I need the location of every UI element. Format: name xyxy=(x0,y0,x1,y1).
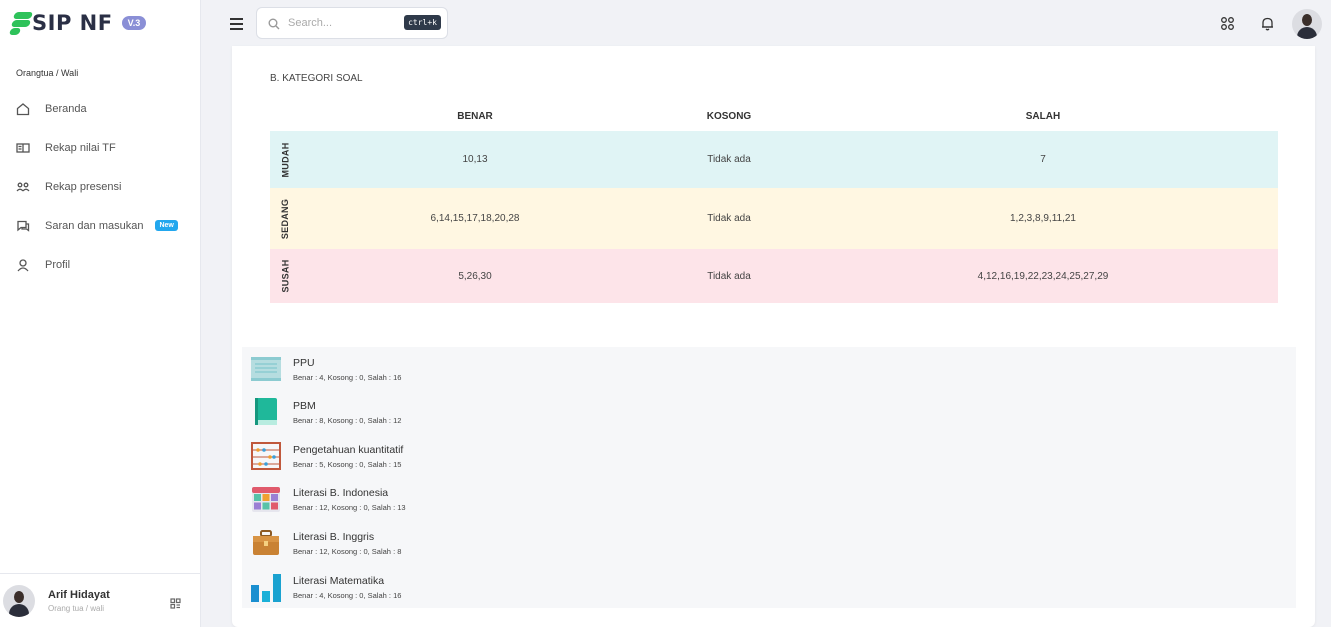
search-box[interactable]: ctrl+k xyxy=(256,7,448,39)
sidebar-item-label: Saran dan masukan xyxy=(45,219,144,232)
subject-name: Pengetahuan kuantitatif xyxy=(293,443,404,456)
cell-kosong: Tidak ada xyxy=(707,270,751,282)
home-icon xyxy=(16,102,30,116)
sidebar-item-label: Rekap presensi xyxy=(45,180,122,193)
main-card: B. KATEGORI SOAL BENAR KOSONG SALAH MUDA… xyxy=(232,46,1315,627)
list-item: Literasi Matematika Benar : 4, Kosong : … xyxy=(250,567,401,607)
avatar xyxy=(3,584,35,617)
sidebar-nav: Beranda Rekap nilai TF Rekap presensi Sa… xyxy=(0,89,200,284)
apps-grid-icon[interactable] xyxy=(1220,16,1235,31)
subject-name: PBM xyxy=(293,399,316,412)
sidebar-item-profil[interactable]: Profil xyxy=(0,245,200,284)
sidebar: SIP NF V.3 Orangtua / Wali Beranda Rekap… xyxy=(0,0,201,627)
sidebar-item-label: Rekap nilai TF xyxy=(45,141,116,154)
sidebar-item-beranda[interactable]: Beranda xyxy=(0,89,200,128)
book-icon xyxy=(250,396,282,428)
subject-detail: Benar : 4, Kosong : 0, Salah : 16 xyxy=(293,372,402,382)
subject-name: Literasi Matematika xyxy=(293,574,385,587)
subject-detail: Benar : 8, Kosong : 0, Salah : 12 xyxy=(293,415,402,425)
sidebar-item-saran[interactable]: Saran dan masukan New xyxy=(0,206,200,245)
user-icon xyxy=(16,258,30,272)
sidebar-section-label: Orangtua / Wali xyxy=(16,68,79,78)
app-name: SIP NF xyxy=(32,11,113,35)
logo-mark-icon xyxy=(8,10,34,36)
search-input[interactable] xyxy=(288,17,398,29)
cell-kosong: Tidak ada xyxy=(707,213,751,224)
sidebar-item-rekap-nilai[interactable]: Rekap nilai TF xyxy=(0,128,200,167)
cell-salah: 7 xyxy=(1040,154,1046,165)
user-role: Orang tua / wali xyxy=(48,603,105,613)
category-table: BENAR KOSONG SALAH MUDAH 10,13 Tidak ada… xyxy=(270,102,1278,303)
abacus-icon xyxy=(250,440,282,472)
users-icon xyxy=(16,180,30,194)
subject-detail: Benar : 12, Kosong : 0, Salah : 8 xyxy=(293,546,402,556)
column-header-kosong: KOSONG xyxy=(706,111,752,122)
search-icon xyxy=(268,17,280,30)
level-label: MUDAH xyxy=(280,142,290,177)
new-badge: New xyxy=(155,220,178,231)
switch-account-icon[interactable] xyxy=(170,596,181,609)
user-info: Arif Hidayat Orang tua / wali xyxy=(48,589,110,613)
cell-benar: 10,13 xyxy=(462,154,488,165)
sidebar-item-rekap-presensi[interactable]: Rekap presensi xyxy=(0,167,200,206)
notification-bell-icon[interactable] xyxy=(1260,16,1275,31)
cell-benar: 5,26,30 xyxy=(458,270,492,282)
table-row-susah: SUSAH 5,26,30 Tidak ada 4,12,16,19,22,23… xyxy=(270,249,1278,303)
subject-detail: Benar : 4, Kosong : 0, Salah : 16 xyxy=(293,590,402,600)
suitcase-icon xyxy=(250,527,282,559)
top-header: ctrl+k xyxy=(202,0,1331,52)
category-table-header: BENAR KOSONG SALAH xyxy=(270,102,1278,131)
cell-salah: 1,2,3,8,9,11,21 xyxy=(1010,213,1076,224)
header-avatar[interactable] xyxy=(1292,9,1322,39)
column-header-benar: BENAR xyxy=(457,111,493,122)
table-row-sedang: SEDANG 6,14,15,17,18,20,28 Tidak ada 1,2… xyxy=(270,188,1278,249)
subject-summary-list: PPU Benar : 4, Kosong : 0, Salah : 16 PB… xyxy=(242,347,1296,608)
subject-name: Literasi B. Indonesia xyxy=(293,486,389,499)
user-name: Arif Hidayat xyxy=(48,588,110,601)
cell-kosong: Tidak ada xyxy=(707,154,751,165)
bar-chart-icon xyxy=(250,571,282,603)
version-badge: V.3 xyxy=(121,16,147,30)
search-shortcut: ctrl+k xyxy=(404,15,441,30)
menu-toggle-icon[interactable] xyxy=(230,18,244,30)
chat-icon xyxy=(16,219,30,233)
sidebar-item-label: Profil xyxy=(45,258,71,271)
cell-salah: 4,12,16,19,22,23,24,25,27,29 xyxy=(977,270,1109,282)
scroll-icon xyxy=(250,353,282,385)
app-logo[interactable]: SIP NF V.3 xyxy=(8,10,147,36)
list-item: Literasi B. Inggris Benar : 12, Kosong :… xyxy=(250,523,401,563)
list-item: Pengetahuan kuantitatif Benar : 5, Koson… xyxy=(250,436,403,476)
table-row-mudah: MUDAH 10,13 Tidak ada 7 xyxy=(270,131,1278,188)
column-header-salah: SALAH xyxy=(1025,111,1061,122)
subject-name: PPU xyxy=(293,356,315,369)
cell-benar: 6,14,15,17,18,20,28 xyxy=(430,213,520,224)
list-item: PPU Benar : 4, Kosong : 0, Salah : 16 xyxy=(250,349,401,389)
list-item: PBM Benar : 8, Kosong : 0, Salah : 12 xyxy=(250,392,401,432)
level-label: SUSAH xyxy=(280,259,291,293)
category-section-title: B. KATEGORI SOAL xyxy=(270,73,363,84)
calendar-icon xyxy=(250,483,282,515)
sidebar-item-label: Beranda xyxy=(45,102,87,115)
level-label: SEDANG xyxy=(280,198,290,239)
subject-detail: Benar : 5, Kosong : 0, Salah : 15 xyxy=(293,459,402,469)
list-item: Literasi B. Indonesia Benar : 12, Kosong… xyxy=(250,479,406,519)
book-open-icon xyxy=(16,141,30,155)
subject-name: Literasi B. Inggris xyxy=(293,530,375,543)
subject-detail: Benar : 12, Kosong : 0, Salah : 13 xyxy=(293,502,406,512)
user-footer[interactable]: Arif Hidayat Orang tua / wali xyxy=(0,573,200,627)
